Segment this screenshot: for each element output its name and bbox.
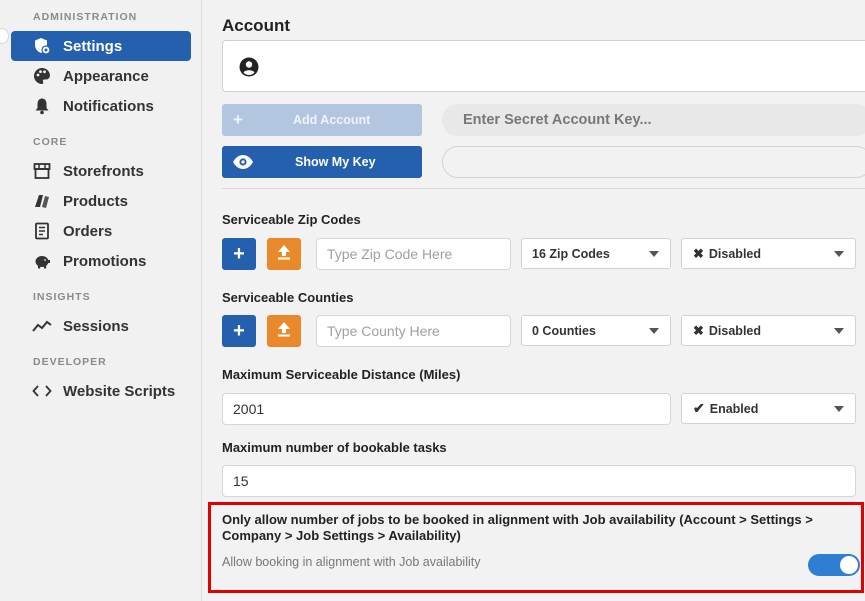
tasks-label: Maximum number of bookable tasks (222, 440, 447, 455)
add-county-button[interactable]: + (222, 315, 256, 347)
upload-icon (277, 244, 291, 265)
eye-icon (232, 154, 254, 173)
sidebar-item-label: Sessions (63, 317, 129, 335)
account-select[interactable] (222, 40, 865, 92)
availability-title: Only allow number of jobs to be booked i… (222, 512, 813, 543)
sidebar-item-label: Settings (63, 37, 123, 55)
sidebar-item-label: Promotions (63, 252, 147, 270)
distance-status-value: Enabled (709, 401, 759, 416)
sidebar-item-label: Notifications (63, 97, 154, 115)
distance-input[interactable]: 2001 (222, 393, 671, 425)
zip-codes-count: 16 Zip Codes (532, 246, 610, 261)
counties-dropdown[interactable]: 0 Counties (521, 315, 671, 346)
section-divider (222, 188, 865, 189)
secret-key-placeholder: Enter Secret Account Key... (463, 112, 652, 128)
chevron-down-icon (649, 251, 659, 257)
plus-icon: + (233, 320, 245, 342)
sidebar-item-label: Storefronts (63, 162, 144, 180)
main-content: Account + Add Account Enter Secret Accou… (203, 0, 865, 601)
distance-status-dropdown[interactable]: ✔ Enabled (681, 393, 856, 424)
show-key-label: Show My Key (295, 155, 376, 169)
counties-status-value: Disabled (708, 323, 762, 338)
upload-icon (277, 321, 291, 342)
sidebar-item-label: Appearance (63, 67, 149, 85)
section-title-core: CORE (33, 136, 68, 148)
add-zip-button[interactable]: + (222, 238, 256, 270)
x-icon: ✖ (693, 245, 704, 261)
availability-toggle[interactable] (808, 554, 860, 576)
sidebar-item-label: Products (63, 192, 129, 210)
sidebar-item-label: Orders (63, 222, 113, 240)
zip-code-placeholder: Type Zip Code Here (327, 246, 453, 262)
sidebar-item-promotions[interactable]: Promotions (11, 246, 191, 276)
account-title: Account (222, 16, 290, 35)
chevron-down-icon (834, 251, 844, 257)
sidebar-item-label: Website Scripts (63, 382, 176, 400)
chevron-down-icon (649, 328, 659, 334)
toggle-knob (840, 556, 858, 574)
section-title-insights: INSIGHTS (33, 291, 91, 303)
distance-value: 2001 (233, 401, 265, 417)
section-title-administration: ADMINISTRATION (33, 11, 138, 23)
storefront-icon (32, 161, 52, 181)
chevron-down-icon (834, 328, 844, 334)
plus-icon: + (233, 110, 243, 129)
sidebar: ADMINISTRATION Settings Appearance Notif… (0, 0, 202, 601)
county-placeholder: Type County Here (327, 323, 440, 339)
availability-toggle-label: Allow booking in alignment with Job avai… (222, 555, 481, 569)
add-account-label: Add Account (293, 113, 371, 127)
key-display-field[interactable] (442, 146, 865, 178)
sidebar-item-website-scripts[interactable]: Website Scripts (11, 376, 191, 406)
tasks-input[interactable]: 15 (222, 465, 856, 497)
sidebar-item-products[interactable]: Products (11, 186, 191, 216)
chart-line-icon (32, 316, 52, 336)
shield-gear-icon (32, 36, 52, 56)
add-account-button[interactable]: + Add Account (222, 104, 422, 136)
counties-count: 0 Counties (532, 323, 596, 338)
sidebar-item-notifications[interactable]: Notifications (11, 91, 191, 121)
sidebar-item-appearance[interactable]: Appearance (11, 61, 191, 91)
check-icon: ✔ (693, 400, 705, 416)
zip-status-value: Disabled (708, 246, 762, 261)
tasks-value: 15 (233, 473, 249, 489)
plus-icon: + (233, 243, 245, 265)
user-circle-icon (239, 57, 259, 82)
x-icon: ✖ (693, 322, 704, 338)
distance-label: Maximum Serviceable Distance (Miles) (222, 367, 461, 382)
sidebar-collapse-handle[interactable] (0, 29, 8, 43)
sidebar-item-settings[interactable]: Settings (11, 31, 191, 61)
section-title-developer: DEVELOPER (33, 356, 107, 368)
products-icon (32, 191, 52, 211)
zip-codes-label: Serviceable Zip Codes (222, 212, 361, 227)
zip-code-input[interactable]: Type Zip Code Here (316, 238, 511, 270)
chevron-down-icon (834, 406, 844, 412)
show-key-button[interactable]: Show My Key (222, 146, 422, 178)
palette-icon (32, 66, 52, 86)
sidebar-item-orders[interactable]: Orders (11, 216, 191, 246)
counties-status-dropdown[interactable]: ✖ Disabled (681, 315, 856, 346)
code-icon (32, 381, 52, 401)
counties-label: Serviceable Counties (222, 290, 354, 305)
zip-status-dropdown[interactable]: ✖ Disabled (681, 238, 856, 269)
secret-key-input[interactable]: Enter Secret Account Key... (442, 104, 865, 136)
piggy-bank-icon (32, 251, 52, 271)
upload-zip-button[interactable] (267, 238, 301, 270)
zip-codes-dropdown[interactable]: 16 Zip Codes (521, 238, 671, 269)
county-input[interactable]: Type County Here (316, 315, 511, 347)
upload-county-button[interactable] (267, 315, 301, 347)
orders-icon (32, 221, 52, 241)
sidebar-item-sessions[interactable]: Sessions (11, 311, 191, 341)
bell-icon (32, 96, 52, 116)
sidebar-item-storefronts[interactable]: Storefronts (11, 156, 191, 186)
